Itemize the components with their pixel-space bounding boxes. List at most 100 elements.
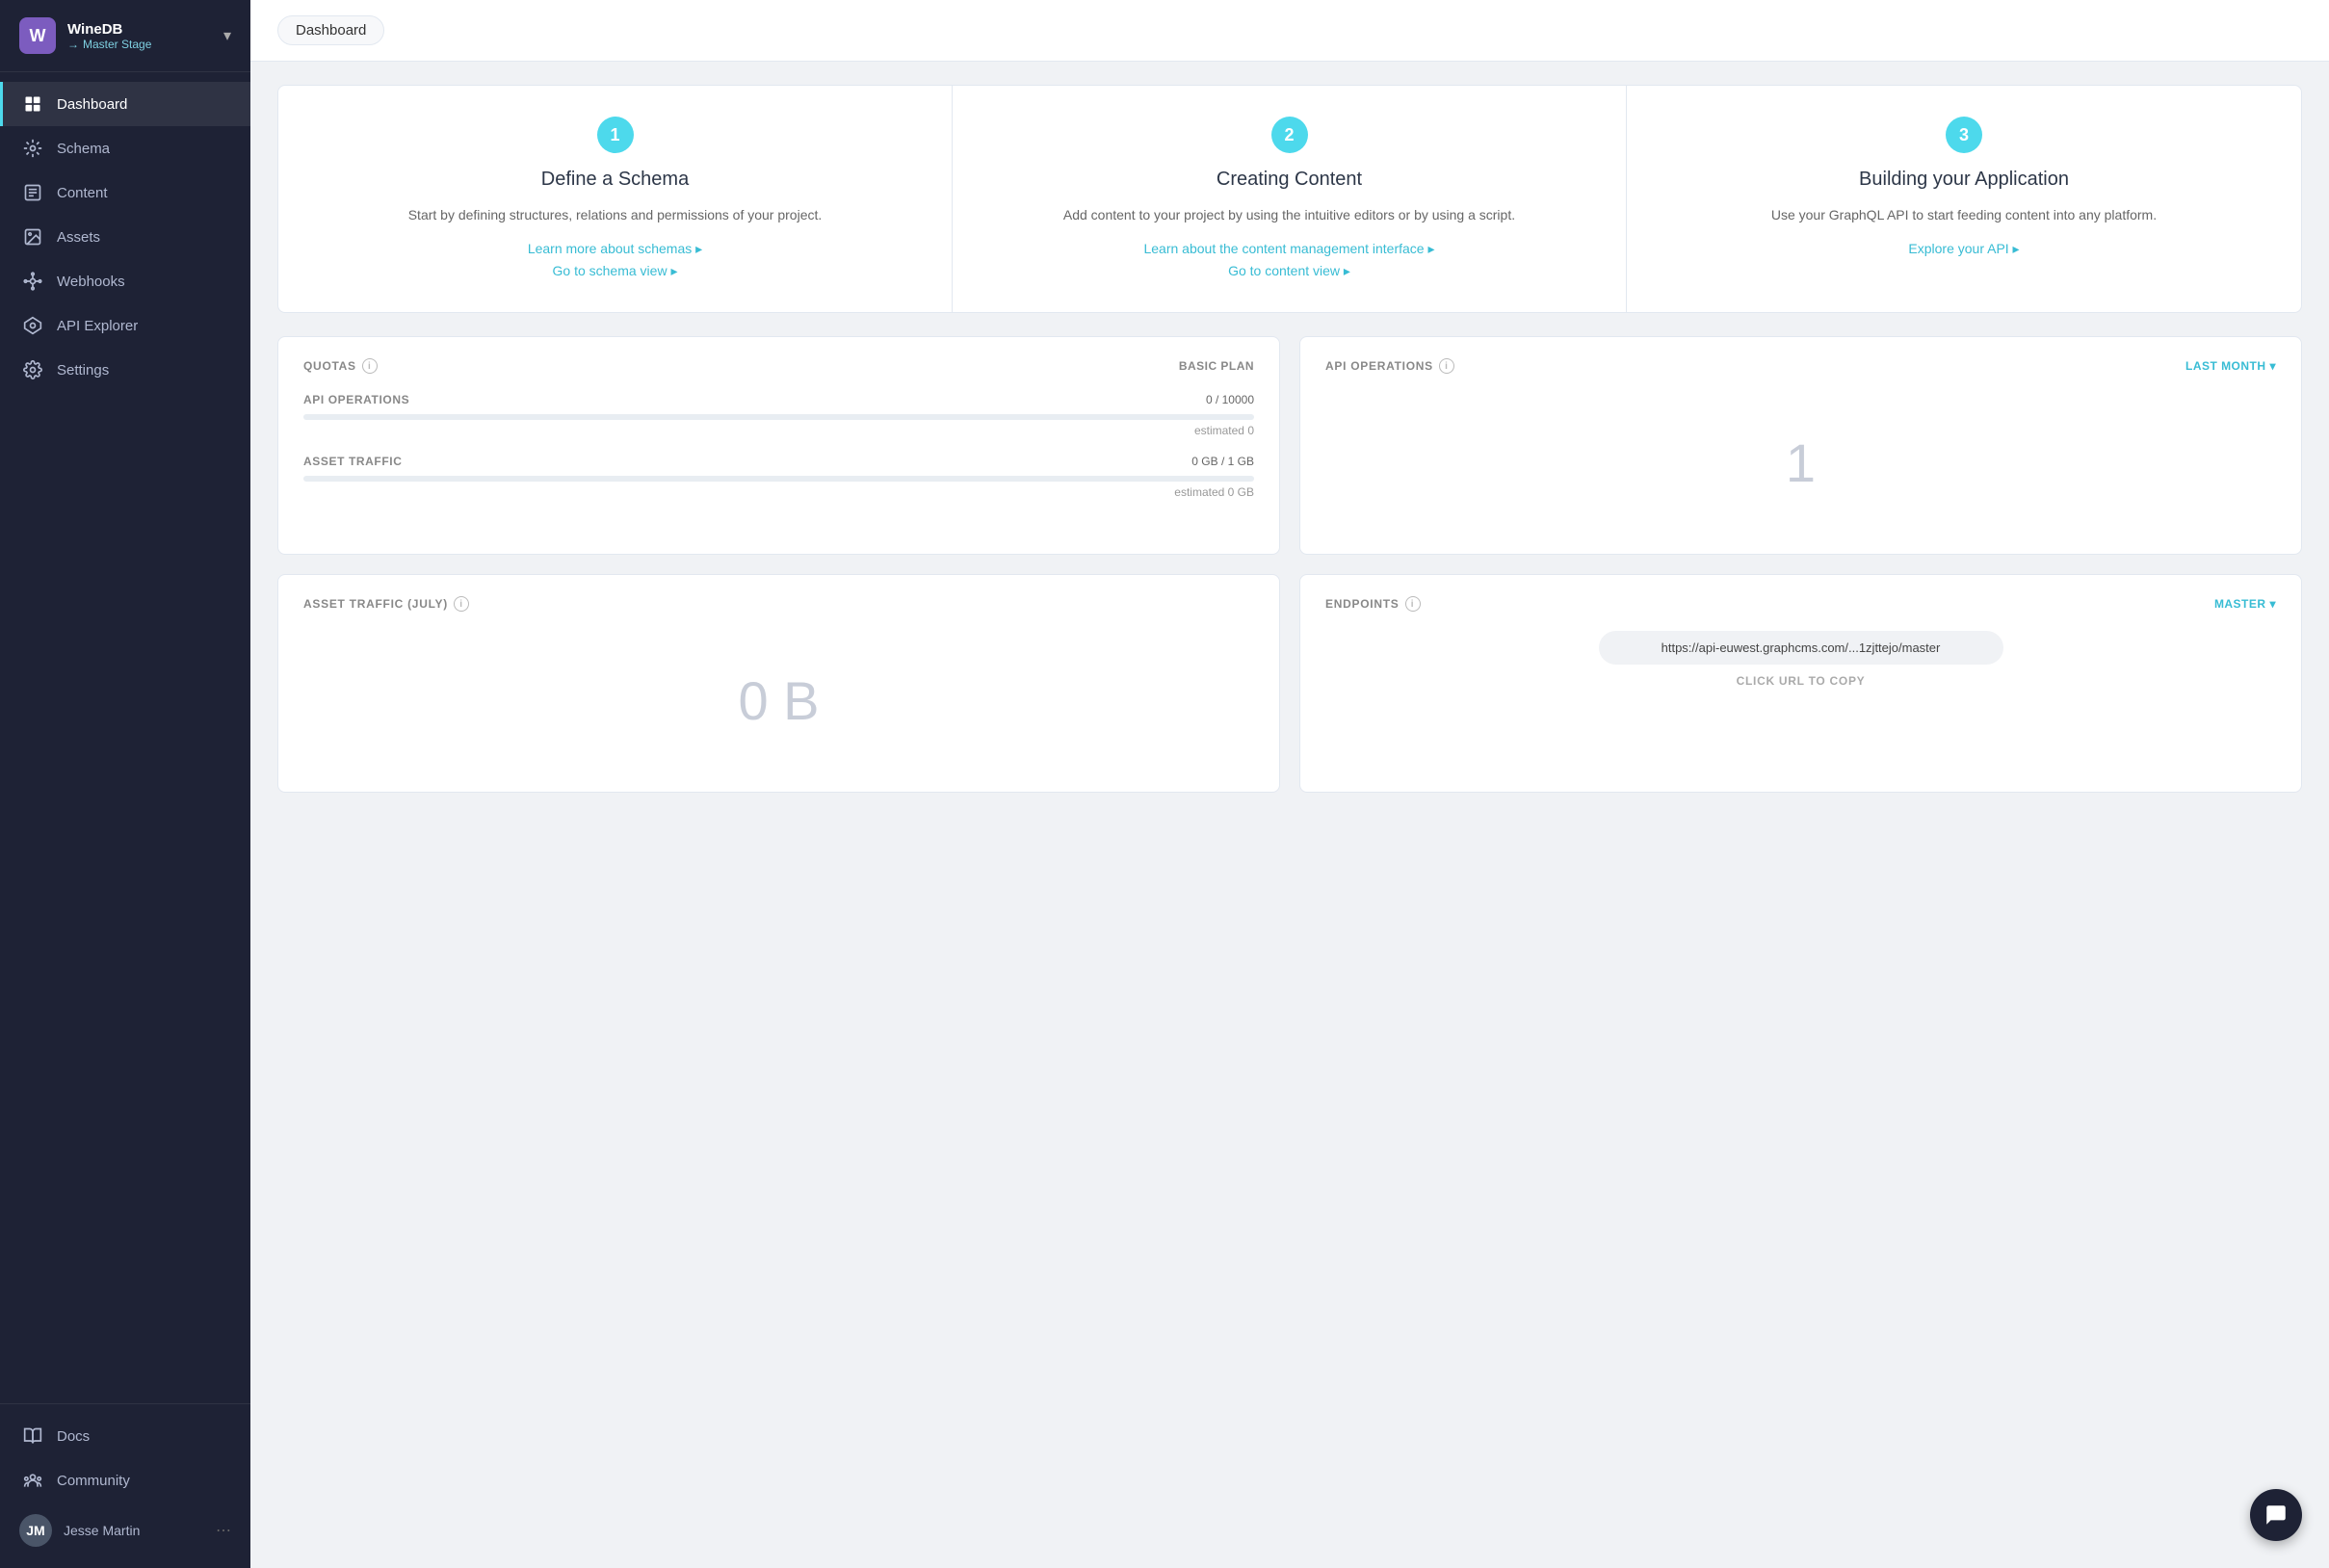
- api-operations-card: API OPERATIONS i LAST MONTH ▾ 1: [1299, 336, 2302, 555]
- community-icon: [22, 1470, 43, 1491]
- quotas-card: QUOTAS i BASIC PLAN API OPERATIONS 0 / 1…: [277, 336, 1280, 555]
- sidebar-label-content: Content: [57, 185, 108, 201]
- master-dropdown[interactable]: MASTER ▾: [2214, 597, 2276, 611]
- app-logo: W: [19, 17, 56, 54]
- progress-bar-api: [303, 414, 1254, 420]
- go-schema-link[interactable]: Go to schema view ▸: [313, 263, 917, 279]
- step-title-3: Building your Application: [1662, 169, 2266, 191]
- sidebar-bottom: Docs Community JM Jesse Martin ⋯: [0, 1403, 250, 1568]
- sidebar-header: W WineDB Master Stage ▾: [0, 0, 250, 72]
- chevron-down-icon-2: ▾: [2269, 597, 2276, 611]
- step-desc-3: Use your GraphQL API to start feeding co…: [1662, 204, 2266, 225]
- api-operations-label: API OPERATIONS i: [1325, 358, 1454, 374]
- sidebar-label-schema: Schema: [57, 141, 110, 157]
- endpoint-url[interactable]: https://api-euwest.graphcms.com/...1zjtt…: [1599, 631, 2003, 665]
- quotas-badge: BASIC PLAN: [1179, 359, 1254, 373]
- user-name: Jesse Martin: [64, 1523, 204, 1538]
- progress-bar-asset: [303, 476, 1254, 482]
- step-title-2: Creating Content: [987, 169, 1591, 191]
- page-title: Dashboard: [277, 15, 384, 45]
- topbar: Dashboard: [250, 0, 2329, 62]
- sidebar-item-webhooks[interactable]: Webhooks: [0, 259, 250, 303]
- quotas-card-header: QUOTAS i BASIC PLAN: [303, 358, 1254, 374]
- chat-bubble[interactable]: [2250, 1489, 2302, 1541]
- asset-traffic-header: ASSET TRAFFIC (JULY) i: [303, 596, 1254, 612]
- sidebar-label-api-explorer: API Explorer: [57, 318, 138, 334]
- api-explorer-icon: [22, 315, 43, 336]
- asset-traffic-value: 0 B: [303, 631, 1254, 771]
- app-title: WineDB Master Stage: [67, 21, 212, 51]
- assets-icon: [22, 226, 43, 248]
- asset-traffic-info-icon[interactable]: i: [454, 596, 469, 612]
- sidebar-item-schema[interactable]: Schema: [0, 126, 250, 170]
- quota-value-api: 0 / 10000: [1206, 393, 1254, 406]
- api-operations-info-icon[interactable]: i: [1439, 358, 1454, 374]
- quotas-info-icon[interactable]: i: [362, 358, 378, 374]
- sidebar-label-dashboard: Dashboard: [57, 96, 127, 113]
- step-desc-1: Start by defining structures, relations …: [313, 204, 917, 225]
- quota-estimated-asset: estimated 0 GB: [303, 485, 1254, 499]
- asset-traffic-label: ASSET TRAFFIC (JULY) i: [303, 596, 469, 612]
- step-number-2: 2: [1271, 117, 1308, 153]
- learn-schemas-link[interactable]: Learn more about schemas ▸: [313, 241, 917, 257]
- last-month-dropdown[interactable]: LAST MONTH ▾: [2185, 359, 2276, 373]
- quota-name-api: API OPERATIONS: [303, 393, 409, 406]
- step-title-1: Define a Schema: [313, 169, 917, 191]
- explore-api-link[interactable]: Explore your API ▸: [1662, 241, 2266, 257]
- api-operations-header: API OPERATIONS i LAST MONTH ▾: [1325, 358, 2276, 374]
- avatar: JM: [19, 1514, 52, 1547]
- schema-icon: [22, 138, 43, 159]
- step-number-1: 1: [597, 117, 634, 153]
- docs-icon: [22, 1425, 43, 1447]
- quota-row-api: API OPERATIONS 0 / 10000 estimated 0: [303, 393, 1254, 437]
- content-icon: [22, 182, 43, 203]
- step-card-3: 3 Building your Application Use your Gra…: [1627, 86, 2301, 312]
- dashboard-grid: QUOTAS i BASIC PLAN API OPERATIONS 0 / 1…: [277, 336, 2302, 793]
- settings-icon: [22, 359, 43, 380]
- sidebar-item-api-explorer[interactable]: API Explorer: [0, 303, 250, 348]
- sidebar-item-content[interactable]: Content: [0, 170, 250, 215]
- sidebar-label-assets: Assets: [57, 229, 100, 246]
- sidebar-item-community[interactable]: Community: [0, 1458, 250, 1503]
- api-operations-value: 1: [1325, 393, 2276, 533]
- step-card-1: 1 Define a Schema Start by defining stru…: [278, 86, 953, 312]
- endpoints-info-icon[interactable]: i: [1405, 596, 1421, 612]
- sidebar-label-docs: Docs: [57, 1428, 90, 1445]
- endpoints-card: ENDPOINTS i MASTER ▾ https://api-euwest.…: [1299, 574, 2302, 793]
- quota-name-asset: ASSET TRAFFIC: [303, 455, 402, 468]
- app-stage: Master Stage: [67, 38, 212, 51]
- go-content-link[interactable]: Go to content view ▸: [987, 263, 1591, 279]
- steps-row: 1 Define a Schema Start by defining stru…: [277, 85, 2302, 313]
- user-more-icon[interactable]: ⋯: [216, 1521, 231, 1540]
- content-area: 1 Define a Schema Start by defining stru…: [250, 62, 2329, 816]
- sidebar: W WineDB Master Stage ▾ Dashboard Schema: [0, 0, 250, 1568]
- quota-value-asset: 0 GB / 1 GB: [1191, 455, 1254, 468]
- step-card-2: 2 Creating Content Add content to your p…: [953, 86, 1627, 312]
- sidebar-item-assets[interactable]: Assets: [0, 215, 250, 259]
- step-number-3: 3: [1946, 117, 1982, 153]
- quotas-label: QUOTAS i: [303, 358, 378, 374]
- dashboard-icon: [22, 93, 43, 115]
- sidebar-item-settings[interactable]: Settings: [0, 348, 250, 392]
- sidebar-user[interactable]: JM Jesse Martin ⋯: [0, 1503, 250, 1558]
- chevron-down-icon: ▾: [2269, 359, 2276, 373]
- sidebar-item-dashboard[interactable]: Dashboard: [0, 82, 250, 126]
- app-name: WineDB: [67, 21, 212, 38]
- sidebar-item-docs[interactable]: Docs: [0, 1414, 250, 1458]
- sidebar-label-community: Community: [57, 1473, 130, 1489]
- learn-content-link[interactable]: Learn about the content management inter…: [987, 241, 1591, 257]
- sidebar-nav: Dashboard Schema Content Assets: [0, 72, 250, 1403]
- quota-header-asset: ASSET TRAFFIC 0 GB / 1 GB: [303, 455, 1254, 468]
- sidebar-dropdown[interactable]: ▾: [223, 26, 231, 45]
- endpoint-hint: CLICK URL TO COPY: [1325, 674, 2276, 688]
- endpoints-header: ENDPOINTS i MASTER ▾: [1325, 596, 2276, 612]
- sidebar-label-webhooks: Webhooks: [57, 274, 125, 290]
- webhooks-icon: [22, 271, 43, 292]
- quota-row-asset: ASSET TRAFFIC 0 GB / 1 GB estimated 0 GB: [303, 455, 1254, 499]
- step-desc-2: Add content to your project by using the…: [987, 204, 1591, 225]
- quota-estimated-api: estimated 0: [303, 424, 1254, 437]
- endpoints-label: ENDPOINTS i: [1325, 596, 1421, 612]
- asset-traffic-card: ASSET TRAFFIC (JULY) i 0 B: [277, 574, 1280, 793]
- main-content: Dashboard 1 Define a Schema Start by def…: [250, 0, 2329, 1568]
- sidebar-label-settings: Settings: [57, 362, 109, 379]
